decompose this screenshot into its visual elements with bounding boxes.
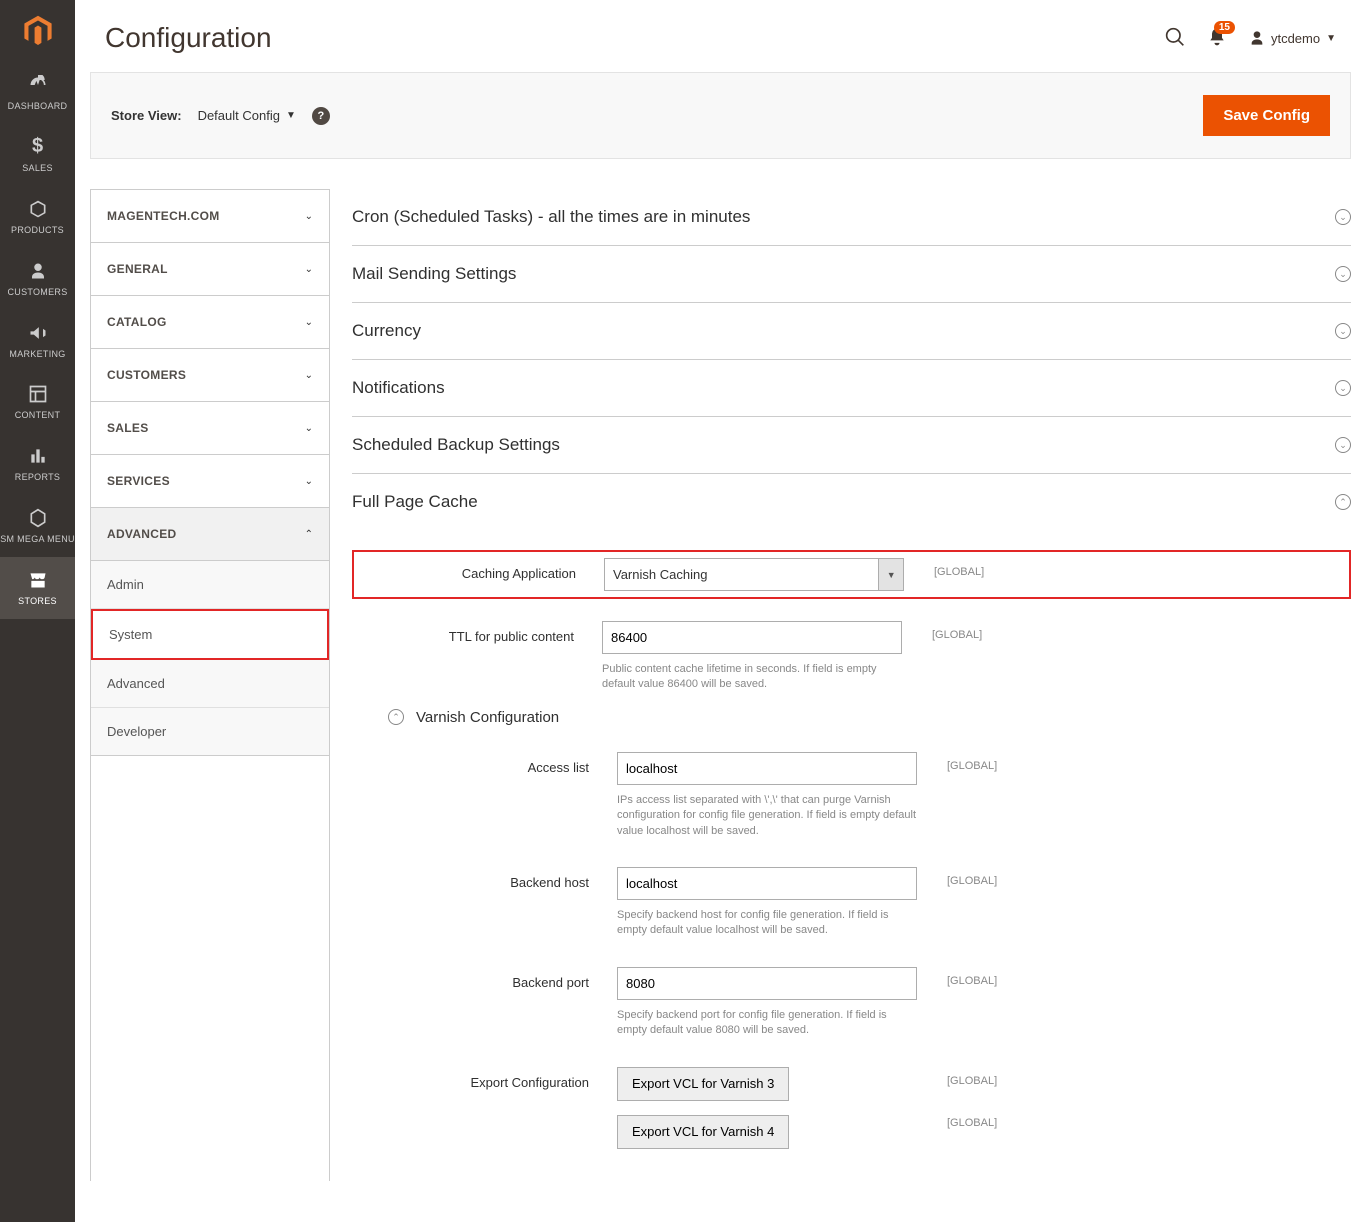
nav-megamenu[interactable]: SM MEGA MENU bbox=[0, 495, 75, 557]
nav-products[interactable]: PRODUCTS bbox=[0, 186, 75, 248]
scope-label: [GLOBAL] bbox=[947, 1117, 997, 1129]
store-view-label: Store View: bbox=[111, 108, 182, 123]
chevron-down-icon: ⌄ bbox=[1335, 266, 1351, 282]
section-fpc[interactable]: Full Page Cache⌃ bbox=[352, 474, 1351, 530]
notifications-button[interactable]: 15 bbox=[1207, 27, 1227, 50]
access-list-input[interactable] bbox=[617, 752, 917, 785]
storefront-icon bbox=[0, 567, 75, 593]
search-icon bbox=[1165, 27, 1185, 47]
chevron-down-icon: ⌄ bbox=[305, 317, 313, 328]
section-cron[interactable]: Cron (Scheduled Tasks) - all the times a… bbox=[352, 189, 1351, 246]
tab-group-general[interactable]: GENERAL⌄ bbox=[91, 243, 329, 296]
magento-logo[interactable] bbox=[0, 0, 75, 62]
chevron-down-icon: ⌄ bbox=[305, 370, 313, 381]
tab-group-customers[interactable]: CUSTOMERS⌄ bbox=[91, 349, 329, 402]
backend-port-hint: Specify backend port for config file gen… bbox=[617, 1008, 917, 1039]
nav-stores[interactable]: STORES bbox=[0, 557, 75, 619]
caching-app-label: Caching Application bbox=[354, 558, 604, 581]
scope-label: [GLOBAL] bbox=[917, 867, 997, 887]
scope-label: [GLOBAL] bbox=[917, 752, 997, 772]
user-icon bbox=[1249, 30, 1265, 46]
export-vcl-v3-button[interactable]: Export VCL for Varnish 3 bbox=[617, 1067, 789, 1101]
chevron-down-icon: ⌄ bbox=[305, 264, 313, 275]
person-icon bbox=[0, 258, 75, 284]
nav-marketing[interactable]: MARKETING bbox=[0, 310, 75, 372]
backend-host-label: Backend host bbox=[352, 867, 617, 890]
section-backup[interactable]: Scheduled Backup Settings⌄ bbox=[352, 417, 1351, 474]
scope-label: [GLOBAL] bbox=[902, 621, 982, 641]
magento-logo-icon bbox=[21, 14, 55, 48]
store-view-switcher[interactable]: Default Config ▼ bbox=[198, 108, 296, 123]
caching-app-select[interactable]: Varnish Caching ▼ bbox=[604, 558, 904, 591]
dollar-icon: $ bbox=[0, 134, 75, 160]
ttl-input[interactable] bbox=[602, 621, 902, 654]
chevron-up-icon: ⌃ bbox=[305, 529, 313, 540]
chevron-down-icon: ⌄ bbox=[305, 476, 313, 487]
tab-group-magentech[interactable]: MAGENTECH.COM⌄ bbox=[91, 190, 329, 243]
chevron-down-icon: ▼ bbox=[878, 558, 904, 591]
backend-port-input[interactable] bbox=[617, 967, 917, 1000]
megaphone-icon bbox=[0, 320, 75, 346]
backend-port-label: Backend port bbox=[352, 967, 617, 990]
chevron-down-icon: ⌄ bbox=[305, 211, 313, 222]
tab-system[interactable]: System bbox=[91, 609, 329, 660]
box-icon bbox=[0, 196, 75, 222]
backend-host-hint: Specify backend host for config file gen… bbox=[617, 908, 917, 939]
ttl-hint: Public content cache lifetime in seconds… bbox=[602, 662, 902, 693]
chevron-down-icon: ⌄ bbox=[1335, 209, 1351, 225]
export-config-label: Export Configuration bbox=[352, 1067, 617, 1090]
section-notifications[interactable]: Notifications⌄ bbox=[352, 360, 1351, 417]
tab-group-catalog[interactable]: CATALOG⌄ bbox=[91, 296, 329, 349]
tab-advanced[interactable]: Advanced bbox=[91, 660, 329, 708]
page-title: Configuration bbox=[105, 22, 272, 54]
tab-group-advanced[interactable]: ADVANCED⌃ bbox=[91, 508, 329, 561]
bar-chart-icon bbox=[0, 443, 75, 469]
varnish-title: Varnish Configuration bbox=[416, 709, 559, 726]
section-mail[interactable]: Mail Sending Settings⌄ bbox=[352, 246, 1351, 303]
help-tooltip-button[interactable]: ? bbox=[312, 107, 330, 125]
chevron-down-icon: ⌄ bbox=[1335, 323, 1351, 339]
section-currency[interactable]: Currency⌄ bbox=[352, 303, 1351, 360]
chevron-down-icon: ⌄ bbox=[1335, 437, 1351, 453]
access-list-hint: IPs access list separated with \',\' tha… bbox=[617, 793, 917, 839]
access-list-label: Access list bbox=[352, 752, 617, 775]
notification-badge: 15 bbox=[1214, 21, 1235, 34]
tab-admin[interactable]: Admin bbox=[91, 561, 329, 609]
ttl-label: TTL for public content bbox=[352, 621, 602, 644]
hexagon-icon bbox=[0, 505, 75, 531]
nav-sales[interactable]: $ SALES bbox=[0, 124, 75, 186]
nav-dashboard[interactable]: DASHBOARD bbox=[0, 62, 75, 124]
chevron-down-icon: ⌄ bbox=[1335, 380, 1351, 396]
user-menu[interactable]: ytcdemo ▼ bbox=[1249, 30, 1336, 46]
chevron-down-icon: ⌄ bbox=[305, 423, 313, 434]
chevron-down-icon: ▼ bbox=[286, 110, 296, 121]
varnish-toggle[interactable]: ⌃ bbox=[388, 709, 404, 725]
tab-developer[interactable]: Developer bbox=[91, 708, 329, 756]
export-vcl-v4-button[interactable]: Export VCL for Varnish 4 bbox=[617, 1115, 789, 1149]
scope-label: [GLOBAL] bbox=[904, 558, 984, 578]
nav-content[interactable]: CONTENT bbox=[0, 371, 75, 433]
layout-icon bbox=[0, 381, 75, 407]
save-config-button[interactable]: Save Config bbox=[1203, 95, 1330, 136]
scope-label: [GLOBAL] bbox=[917, 967, 997, 987]
nav-customers[interactable]: CUSTOMERS bbox=[0, 248, 75, 310]
chevron-down-icon: ▼ bbox=[1326, 33, 1336, 44]
gauge-icon bbox=[0, 72, 75, 98]
nav-reports[interactable]: REPORTS bbox=[0, 433, 75, 495]
search-button[interactable] bbox=[1165, 27, 1185, 50]
backend-host-input[interactable] bbox=[617, 867, 917, 900]
user-name: ytcdemo bbox=[1271, 31, 1320, 46]
tab-group-services[interactable]: SERVICES⌄ bbox=[91, 455, 329, 508]
tab-group-sales[interactable]: SALES⌄ bbox=[91, 402, 329, 455]
scope-label: [GLOBAL] bbox=[947, 1075, 997, 1087]
chevron-up-icon: ⌃ bbox=[1335, 494, 1351, 510]
